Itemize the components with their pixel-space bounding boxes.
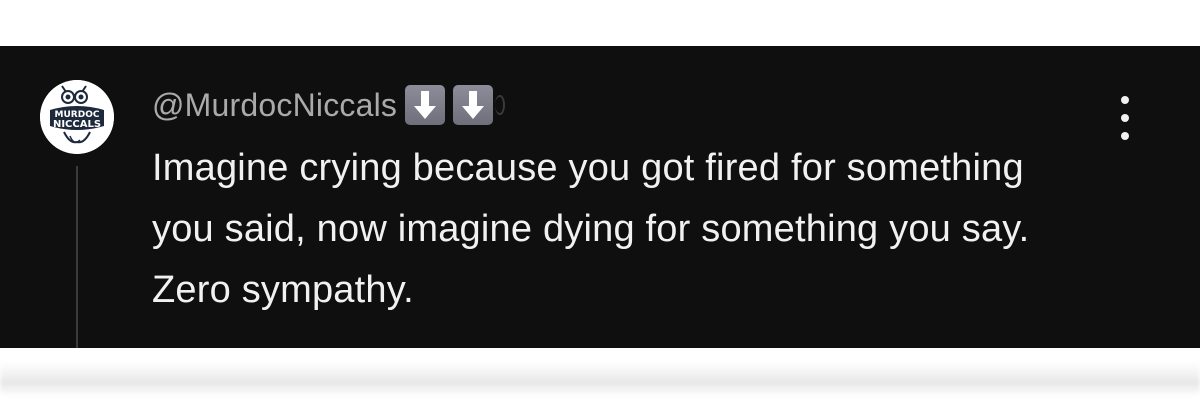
badge-edge-fragment [495, 95, 506, 115]
top-background [0, 0, 1200, 46]
murdoc-niccals-logo-icon: MURDOC NICCALS [40, 80, 114, 154]
avatar[interactable]: MURDOC NICCALS [40, 80, 114, 154]
comment-card: MURDOC NICCALS @MurdocNiccals Imagine cr… [0, 46, 1200, 348]
down-arrow-emoji-icon [453, 85, 494, 125]
bottom-background [0, 348, 1200, 408]
vertical-ellipsis-icon[interactable] [1110, 96, 1140, 140]
comment-header: @MurdocNiccals [152, 80, 506, 130]
avatar-logo-line2: NICCALS [53, 119, 101, 130]
comment-text: Imagine crying because you got fired for… [152, 147, 1030, 311]
down-arrow-emoji-icon [405, 85, 446, 125]
comment-author[interactable]: @MurdocNiccals [152, 87, 397, 124]
reply-thread-line [76, 166, 78, 348]
blurred-text-strip [0, 362, 1200, 396]
